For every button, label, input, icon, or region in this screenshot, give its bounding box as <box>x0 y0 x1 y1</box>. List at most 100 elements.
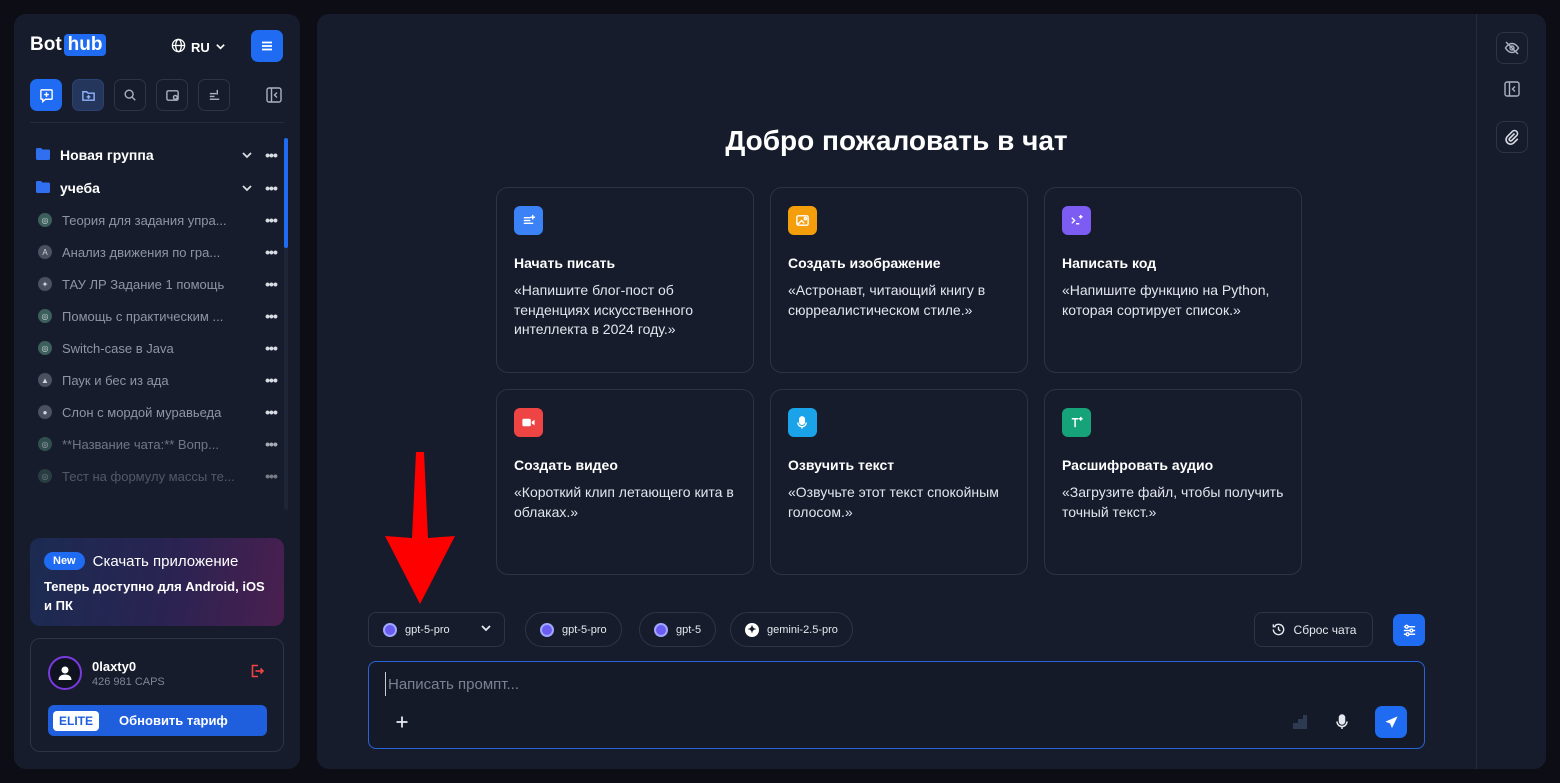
templates-icon <box>1293 715 1307 729</box>
download-app-banner[interactable]: New Скачать приложение Теперь доступно д… <box>30 538 284 626</box>
more-options-icon[interactable]: ••• <box>260 147 282 163</box>
search-button[interactable] <box>114 79 146 111</box>
promo-title: Скачать приложение <box>92 552 239 570</box>
scrollbar-thumb[interactable] <box>284 138 288 248</box>
model-chip[interactable]: ✦ gemini-2.5-pro <box>730 612 853 647</box>
microphone-icon <box>1336 714 1348 729</box>
gallery-button[interactable] <box>156 79 188 111</box>
reset-chat-button[interactable]: Сброс чата <box>1254 612 1373 647</box>
model-selector[interactable]: gpt-5-pro <box>368 612 505 647</box>
gpt-icon <box>383 622 397 637</box>
attachments-button[interactable] <box>1496 121 1528 153</box>
more-options-icon[interactable]: ••• <box>260 212 282 228</box>
model-icon: ✦ <box>38 277 52 291</box>
collapse-icon <box>266 87 282 103</box>
chat-item[interactable]: ◎ Тест на формулу массы те... ••• <box>30 460 282 492</box>
card-title: Расшифровать аудио <box>1062 457 1214 473</box>
suggestion-card[interactable]: Расшифровать аудио «Загрузите файл, чтоб… <box>1044 389 1302 575</box>
send-button[interactable] <box>1375 706 1407 738</box>
collapse-icon <box>1504 81 1520 97</box>
chat-item[interactable]: ◎ Теория для задания упра... ••• <box>30 204 282 236</box>
account-panel: 0laxty0 426 981 CAPS ELITE Обновить тари… <box>30 638 284 752</box>
chat-item[interactable]: ✦ ТАУ ЛР Задание 1 помощь ••• <box>30 268 282 300</box>
chat-item[interactable]: ● Слон с мордой муравьеда ••• <box>30 396 282 428</box>
more-options-icon[interactable]: ••• <box>260 436 282 452</box>
card-title: Начать писать <box>514 255 616 271</box>
search-icon <box>124 89 136 101</box>
chat-list: Новая группа ••• учеба ••• ◎ Теория для … <box>30 138 282 510</box>
reset-chat-label: Сброс чата <box>1293 622 1357 637</box>
avatar[interactable] <box>48 656 82 690</box>
collapse-sidebar-button[interactable] <box>262 83 286 107</box>
write-icon <box>514 206 543 235</box>
add-attachment-button[interactable] <box>387 707 417 737</box>
send-icon <box>1384 715 1398 728</box>
gallery-icon <box>165 89 179 101</box>
menu-button[interactable] <box>251 30 283 62</box>
prompts-button[interactable] <box>198 79 230 111</box>
card-description: «Астронавт, читающий книгу в сюрреалисти… <box>788 282 986 318</box>
chat-title: Тест на формулу массы те... <box>62 468 235 484</box>
sliders-icon <box>1403 624 1415 636</box>
chat-item[interactable]: A Анализ движения по гра... ••• <box>30 236 282 268</box>
brand-logo[interactable]: Bot hub <box>30 34 107 56</box>
new-chat-button[interactable] <box>30 79 62 111</box>
model-icon: A <box>38 245 52 259</box>
group-row[interactable]: учеба ••• <box>30 171 282 204</box>
language-selector[interactable]: RU <box>171 38 226 56</box>
hamburger-icon <box>262 41 272 51</box>
chat-settings-button[interactable] <box>1393 614 1425 646</box>
more-options-icon[interactable]: ••• <box>260 180 282 196</box>
suggestion-card[interactable]: Написать код «Напишите функцию на Python… <box>1044 187 1302 373</box>
username: 0laxty0 <box>92 659 137 674</box>
logout-button[interactable] <box>249 663 265 684</box>
card-description: «Загрузите файл, чтобы получить точный т… <box>1062 484 1284 520</box>
model-icon: ◎ <box>38 309 52 323</box>
hide-button[interactable] <box>1496 32 1528 64</box>
transcribe-icon <box>1062 408 1091 437</box>
new-folder-button[interactable] <box>72 79 104 111</box>
plus-icon <box>396 716 408 728</box>
globe-icon <box>171 38 186 56</box>
prompt-templates-button[interactable] <box>1285 707 1315 737</box>
gpt-icon <box>654 622 668 637</box>
group-row[interactable]: Новая группа ••• <box>30 138 282 171</box>
chat-title: ТАУ ЛР Задание 1 помощь <box>62 276 225 292</box>
suggestion-card[interactable]: Создать видео «Короткий клип летающего к… <box>496 389 754 575</box>
suggestion-card[interactable]: Озвучить текст «Озвучьте этот текст спок… <box>770 389 1028 575</box>
more-options-icon[interactable]: ••• <box>260 340 282 356</box>
more-options-icon[interactable]: ••• <box>260 404 282 420</box>
promo-subtitle: Теперь доступно для Android, iOS и ПК <box>44 579 265 613</box>
voice-input-button[interactable] <box>1327 707 1357 737</box>
model-selected-label: gpt-5-pro <box>405 623 450 636</box>
more-options-icon[interactable]: ••• <box>260 468 282 484</box>
card-description: «Напишите блог-пост об тенденциях искусс… <box>514 282 694 337</box>
prompt-input[interactable] <box>385 672 1405 696</box>
prompts-icon <box>209 89 219 100</box>
more-options-icon[interactable]: ••• <box>260 276 282 292</box>
plan-badge: ELITE <box>53 710 100 731</box>
prompt-box <box>368 661 1425 749</box>
chat-item[interactable]: ◎ **Название чата:** Вопр... ••• <box>30 428 282 460</box>
chat-item[interactable]: ◎ Помощь с практическим ... ••• <box>30 300 282 332</box>
chat-title: Слон с мордой муравьеда <box>62 404 222 420</box>
collapse-right-panel-button[interactable] <box>1496 73 1528 105</box>
more-options-icon[interactable]: ••• <box>260 244 282 260</box>
chat-item[interactable]: ▲ Паук и бес из ада ••• <box>30 364 282 396</box>
card-description: «Напишите функцию на Python, которая сор… <box>1062 282 1270 318</box>
chat-title: Теория для задания упра... <box>62 212 227 228</box>
chat-item[interactable]: ◎ Switch-case в Java ••• <box>30 332 282 364</box>
upgrade-plan-button[interactable]: ELITE Обновить тариф <box>48 705 267 736</box>
paperclip-icon <box>1505 129 1519 145</box>
card-title: Создать видео <box>514 457 618 473</box>
model-chip[interactable]: gpt-5-pro <box>525 612 622 647</box>
suggestion-card[interactable]: Создать изображение «Астронавт, читающий… <box>770 187 1028 373</box>
more-options-icon[interactable]: ••• <box>260 308 282 324</box>
chat-title: Анализ движения по гра... <box>62 244 221 260</box>
suggestion-card[interactable]: Начать писать «Напишите блог-пост об тен… <box>496 187 754 373</box>
chevron-down-icon[interactable] <box>238 149 256 161</box>
model-chip[interactable]: gpt-5 <box>639 612 717 647</box>
card-description: «Короткий клип летающего кита в облаках.… <box>514 484 734 520</box>
more-options-icon[interactable]: ••• <box>260 372 282 388</box>
chevron-down-icon[interactable] <box>238 182 256 194</box>
